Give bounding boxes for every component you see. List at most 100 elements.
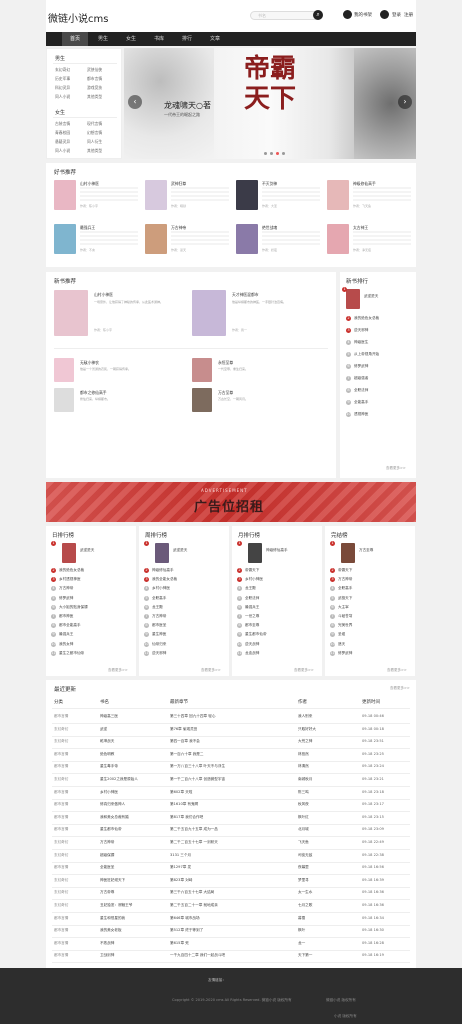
banner-dot-active[interactable] — [276, 152, 279, 155]
book-name-link[interactable]: 超级保镖 — [100, 853, 114, 858]
book-cover[interactable] — [327, 224, 349, 254]
rank-item[interactable]: 修罗武神 — [338, 651, 352, 656]
rank-top-title[interactable]: 神级修仙高手 — [266, 548, 288, 553]
book-cover[interactable] — [54, 388, 74, 412]
rank-item[interactable]: 龙血战神 — [245, 651, 259, 656]
book-name-link[interactable]: 全能医圣 — [100, 865, 114, 870]
rank-item[interactable]: 都市至尊 — [245, 623, 259, 628]
book-name-link[interactable]: 重生和恒星的我 — [100, 916, 125, 921]
sidebar-item[interactable]: 青春校园 — [55, 130, 70, 136]
rank-more-link[interactable]: 查看更多>> — [201, 668, 221, 673]
book-name-link[interactable]: 绝色明教 — [100, 752, 114, 757]
rank-top-cover[interactable] — [341, 543, 355, 563]
book-title[interactable]: 万古至尊 — [218, 390, 233, 396]
chapter-link[interactable]: 3131 三个月 — [170, 853, 191, 858]
chapter-link[interactable]: 第646章 城市战场 — [170, 916, 200, 921]
rank-more-link[interactable]: 查看更多>> — [387, 668, 407, 673]
sidebar-item[interactable]: 都市言情 — [87, 76, 102, 82]
book-cover[interactable] — [236, 224, 258, 254]
rank-item[interactable]: 都市神医 — [59, 614, 73, 619]
rank-item[interactable]: 大主宰 — [338, 605, 349, 610]
sidebar-item[interactable]: 游戏竞技 — [87, 85, 102, 91]
book-name-link[interactable]: 我的美女老板 — [100, 928, 122, 933]
rank-top-cover[interactable] — [248, 543, 262, 563]
book-name-link[interactable]: 神医狂妃倾天下 — [100, 878, 125, 883]
sidebar-item[interactable]: 悬疑灵异 — [55, 139, 70, 145]
book-cover[interactable] — [54, 358, 74, 382]
chapter-link[interactable]: 第823章 对峙 — [170, 878, 192, 883]
advertisement-banner[interactable]: ADVERTISEMENT 广告位招租 — [46, 482, 416, 522]
rank-item[interactable]: 龙王殿 — [152, 605, 163, 610]
book-title[interactable]: 永恒至尊 — [218, 360, 233, 366]
chapter-link[interactable]: 第一万八百三十八章 叶天不与浮生 — [170, 764, 225, 769]
book-cover[interactable] — [327, 180, 349, 210]
chapter-link[interactable]: 第三千六百五十七章 大结局 — [170, 890, 214, 895]
sidebar-item[interactable]: 古装言情 — [55, 121, 70, 127]
chapter-link[interactable]: 第1610章 有鬼啊 — [170, 802, 198, 807]
chapter-link[interactable]: 第一千二百六十八章 创造微型宇宙 — [170, 777, 225, 782]
book-name-link[interactable]: 丑妃独宠：邪魅王爷 — [100, 903, 132, 908]
book-name-link[interactable]: 乡村小神医 — [100, 790, 118, 795]
user-icon[interactable] — [380, 10, 389, 19]
banner-dot[interactable] — [270, 152, 273, 155]
rank-item[interactable]: 重生之都市仙帝 — [59, 651, 84, 656]
rank-item[interactable]: 斗破苍穹 — [338, 614, 352, 619]
rank-item[interactable]: 全职法师 — [245, 596, 259, 601]
rank-item[interactable]: 乡村透视神医 — [59, 577, 81, 582]
rank-item[interactable]: 全职高手 — [152, 596, 166, 601]
nav-home[interactable]: 首页 — [62, 32, 88, 46]
rank-item[interactable]: 仙帝归来 — [152, 642, 166, 647]
book-name-link[interactable]: 修真归来做神人 — [100, 802, 125, 807]
rank-item[interactable]: 全职高手 — [338, 586, 352, 591]
rank-item[interactable]: 都市医圣 — [152, 623, 166, 628]
chapter-link[interactable]: 一千九百四十二章 我们一起战斗吧 — [170, 953, 225, 958]
rank-item[interactable]: 最强兵王 — [245, 605, 259, 610]
search-input[interactable]: 书名 — [250, 11, 322, 20]
sidebar-item[interactable]: 同人小说 — [55, 148, 70, 154]
chapter-link[interactable]: 第615章 死 — [170, 941, 189, 946]
rank-item[interactable]: 修罗武神 — [354, 364, 368, 369]
rank-item[interactable]: 逆天邪神 — [354, 328, 368, 333]
rank-top-title[interactable]: 武逆焚天 — [364, 294, 378, 299]
chapter-link[interactable]: 第一百六十章 我是二 — [170, 752, 204, 757]
rank-top-cover[interactable] — [62, 543, 76, 563]
chapter-link[interactable]: 第二千五百九十五章 成为一品 — [170, 827, 218, 832]
rank-top-cover[interactable] — [346, 289, 360, 309]
rank-item[interactable]: 大小姐的贴身保镖 — [59, 605, 88, 610]
book-name-link[interactable]: 重生都市仙帝 — [100, 827, 122, 832]
rank-more-link[interactable]: 查看更多>> — [294, 668, 314, 673]
chapter-link[interactable]: 第二千二百五十七章 一剑斩天 — [170, 840, 218, 845]
rank-item[interactable]: 帝霸天下 — [338, 568, 352, 573]
rank-more-link[interactable]: 查看更多>> — [108, 668, 128, 673]
chapter-link[interactable]: 第1297章 发 — [170, 865, 191, 870]
rank-item[interactable]: 武极天下 — [338, 596, 352, 601]
rank-item[interactable]: 重生神医 — [152, 632, 166, 637]
nav-female[interactable]: 女生 — [118, 32, 144, 46]
book-cover[interactable] — [145, 180, 167, 210]
book-name-link[interactable]: 神级高三医 — [100, 714, 118, 719]
chapter-link[interactable]: 第512章 终于等到了 — [170, 928, 203, 933]
book-name-link[interactable]: 乾坤战天 — [100, 739, 114, 744]
book-cover[interactable] — [192, 290, 226, 336]
sidebar-item[interactable]: 科幻灵异 — [55, 85, 70, 91]
rank-item[interactable]: 我的绝色女总裁 — [354, 316, 379, 321]
chapter-link[interactable]: 第三十四章 回九十四章 轻心 — [170, 714, 215, 719]
rank-item[interactable]: 遮天 — [338, 642, 345, 647]
book-cover[interactable] — [192, 388, 212, 412]
book-name-link[interactable]: 我和美女总裁有婚 — [100, 815, 129, 820]
book-cover[interactable] — [236, 180, 258, 210]
rank-item[interactable]: 透视神医 — [354, 412, 368, 417]
rank-item[interactable]: 乡村小神医 — [152, 586, 170, 591]
nav-article[interactable]: 文章 — [202, 32, 228, 46]
sidebar-item[interactable]: 同人小说 — [55, 94, 70, 100]
sidebar-group-female[interactable]: 女生 — [55, 109, 65, 116]
rank-item[interactable]: 万古神帝 — [152, 614, 166, 619]
rank-item[interactable]: 逆天邪神 — [152, 651, 166, 656]
site-logo[interactable]: 微链小说cms — [48, 10, 108, 25]
sidebar-item[interactable]: 同人衍生 — [87, 139, 102, 145]
book-cover[interactable] — [192, 358, 212, 382]
book-name-link[interactable]: 重生毒手帝 — [100, 764, 118, 769]
rank-item[interactable]: 神级医生 — [354, 340, 368, 345]
rank-item[interactable]: 从上帝视角开始 — [354, 352, 379, 357]
latest-more-link[interactable]: 查看更多>> — [390, 686, 410, 691]
